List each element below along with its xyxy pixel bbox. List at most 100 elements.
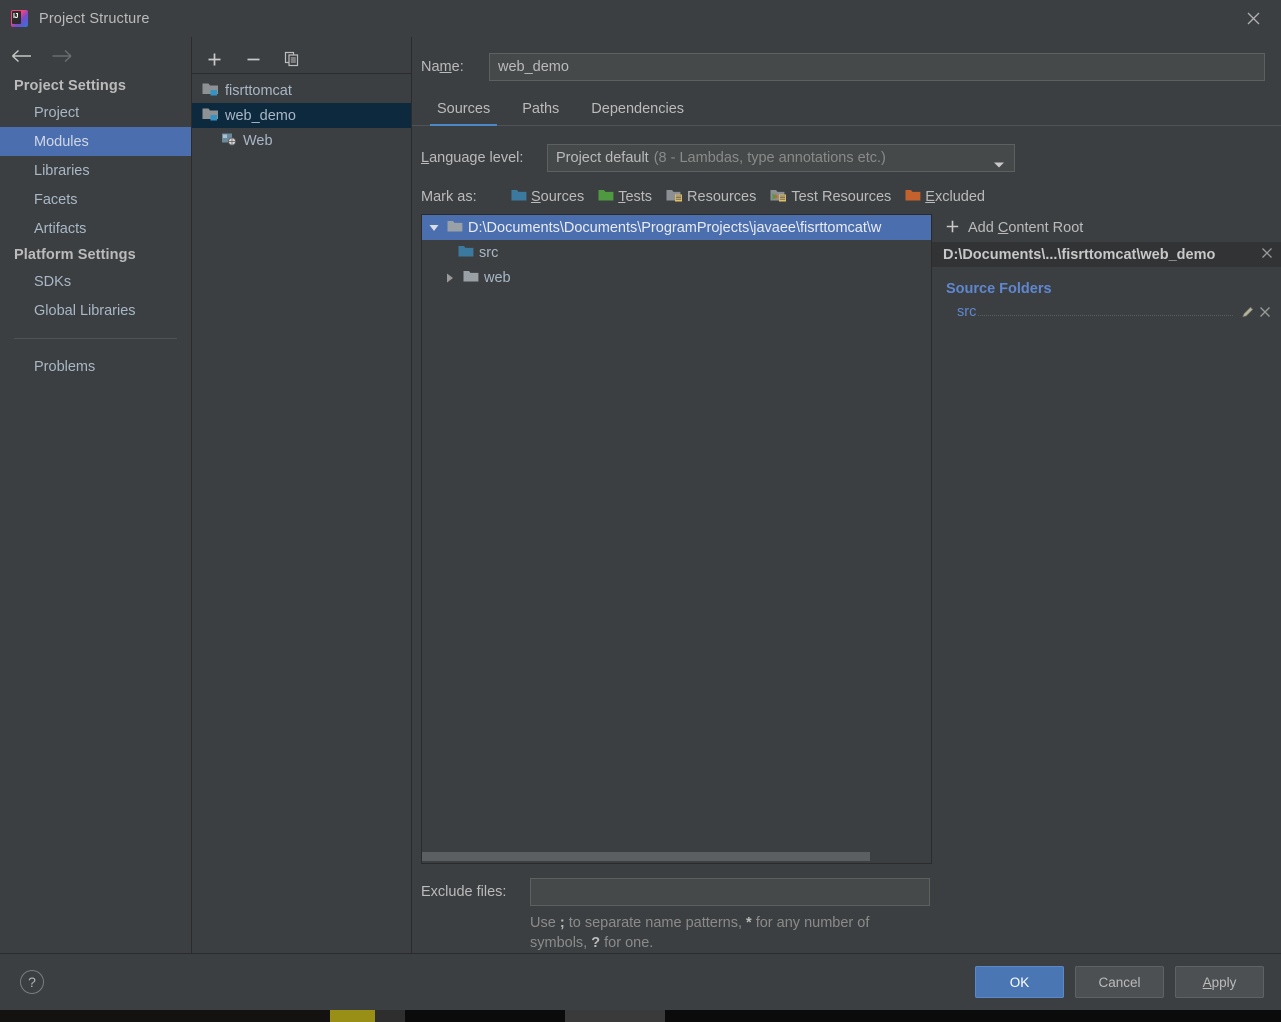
chevron-right-icon[interactable] [442,273,458,283]
content-root-tree: D:\Documents\Documents\ProgramProjects\j… [421,214,932,864]
table-row[interactable]: D:\Documents\Documents\ProgramProjects\j… [422,215,931,240]
dialog-body: Project Settings Project Modules Librari… [0,37,1281,953]
remove-module-button[interactable] [243,49,263,69]
hint-question: ? [591,935,601,951]
exclude-files-row: Exclude files: [421,878,1265,906]
module-name-row: Name: [412,37,1281,81]
desktop-seg [0,1010,330,1022]
mark-as-sources-button[interactable]: Sources [511,188,584,206]
list-item-label: web_demo [225,107,296,124]
sidebar-group-project-settings: Project Settings [14,78,126,94]
window-title: Project Structure [39,10,150,27]
sidebar-divider [14,338,177,339]
table-row[interactable]: src [422,240,931,265]
list-item-label: Web [243,132,273,149]
close-icon[interactable] [1259,306,1271,318]
module-folder-icon [202,106,219,125]
content-root-folder-icon [447,219,463,237]
resources-folder-icon [666,188,683,206]
mark-as-tests-button[interactable]: Tests [598,188,652,206]
arrow-right-icon[interactable] [50,46,74,66]
plain-folder-icon [463,269,479,287]
source-folder-name: src [957,304,977,320]
tree-horizontal-scrollbar[interactable] [422,850,931,863]
list-item-label: fisrttomcat [225,82,292,99]
close-icon[interactable] [1255,247,1273,263]
sidebar-item-facets[interactable]: Facets [0,185,191,214]
chevron-down-icon [993,156,1005,174]
mark-as-excluded-label: Excluded [925,189,985,205]
table-row-label: D:\Documents\Documents\ProgramProjects\j… [468,219,882,236]
language-level-label: Language level: [421,150,524,166]
ok-button[interactable]: OK [975,966,1064,998]
modules-list: fisrttomcat web_demo Web [192,74,411,953]
tab-dependencies[interactable]: Dependencies [575,95,700,125]
module-name-input[interactable] [489,53,1265,81]
module-folder-icon [202,81,219,100]
language-level-select[interactable]: Project default (8 - Lambdas, type annot… [547,144,1015,172]
settings-sidebar: Project Settings Project Modules Librari… [0,37,192,953]
sources-folder-icon [458,244,474,262]
table-row[interactable]: web [422,265,931,290]
sidebar-item-artifacts[interactable]: Artifacts [0,214,191,243]
add-content-root-label: Add Content Root [968,220,1084,236]
navigation-arrows [0,37,191,74]
add-module-button[interactable] [204,49,224,69]
add-content-root-button[interactable]: Add Content Root [932,214,1281,242]
dialog-footer: ? OK Cancel Apply [0,953,1281,1010]
copy-icon[interactable] [282,49,302,69]
apply-button[interactable]: Apply [1175,966,1264,998]
modules-pane: fisrttomcat web_demo Web [192,37,412,953]
content-roots-panel: Add Content Root D:\Documents\...\fisrtt… [932,214,1281,864]
tests-folder-icon [598,188,614,206]
arrow-left-icon[interactable] [10,46,34,66]
scrollbar-thumb[interactable] [422,852,870,861]
sidebar-item-project[interactable]: Project [0,98,191,127]
tab-sources[interactable]: Sources [421,95,506,126]
pencil-icon[interactable] [1241,305,1255,319]
mark-as-excluded-button[interactable]: Excluded [905,188,985,206]
sidebar-item-libraries[interactable]: Libraries [0,156,191,185]
sidebar-item-modules[interactable]: Modules [0,127,191,156]
tree-list: D:\Documents\Documents\ProgramProjects\j… [422,215,931,850]
language-level-value: Project default [556,150,649,166]
source-folders-header: Source Folders [946,281,1052,297]
exclude-files-input[interactable] [530,878,930,906]
list-item[interactable]: fisrttomcat [192,78,411,103]
sidebar-group-platform-settings: Platform Settings [14,247,136,263]
list-item[interactable]: src [932,301,1281,323]
desktop-seg [665,1010,1281,1022]
sidebar-item-global-libraries[interactable]: Global Libraries [0,296,191,325]
desktop-seg [375,1010,405,1022]
table-row-label: src [479,244,499,261]
help-icon[interactable]: ? [20,970,44,994]
hint-part: to separate name patterns, [564,915,747,931]
exclude-files-section: Exclude files: Use ; to separate name pa… [412,864,1281,953]
close-icon[interactable] [1225,0,1281,37]
test-resources-folder-icon [770,188,787,206]
desktop-seg [405,1010,565,1022]
list-item[interactable]: web_demo [192,103,411,128]
mark-as-resources-label: Resources [687,189,757,205]
table-row-label: web [484,269,511,286]
exclude-files-label: Exclude files: [421,884,507,900]
cancel-button[interactable]: Cancel [1075,966,1164,998]
mark-as-resources-button[interactable]: Resources [666,188,756,206]
tab-paths[interactable]: Paths [506,95,575,125]
detail-tabs: Sources Paths Dependencies [412,95,1281,126]
modules-toolbar [192,45,411,74]
project-structure-dialog: Project Structure Proj [0,0,1281,1010]
mark-as-test-resources-button[interactable]: Test Resources [770,188,891,206]
sources-folder-icon [511,188,527,206]
module-name-label: Name: [421,59,464,75]
sidebar-item-problems[interactable]: Problems [0,352,191,381]
exclude-files-hint: Use ; to separate name patterns, * for a… [530,913,930,953]
list-item[interactable]: Web [192,128,411,153]
excluded-folder-icon [905,188,921,206]
mark-as-row: Mark as: Sources Tests Resources Test Re… [412,172,1281,214]
mark-as-test-resources-label: Test Resources [791,189,892,205]
chevron-down-icon[interactable] [426,224,442,232]
desktop-background-strip [0,1010,1281,1022]
title-bar: Project Structure [0,0,1281,37]
sidebar-item-sdks[interactable]: SDKs [0,267,191,296]
